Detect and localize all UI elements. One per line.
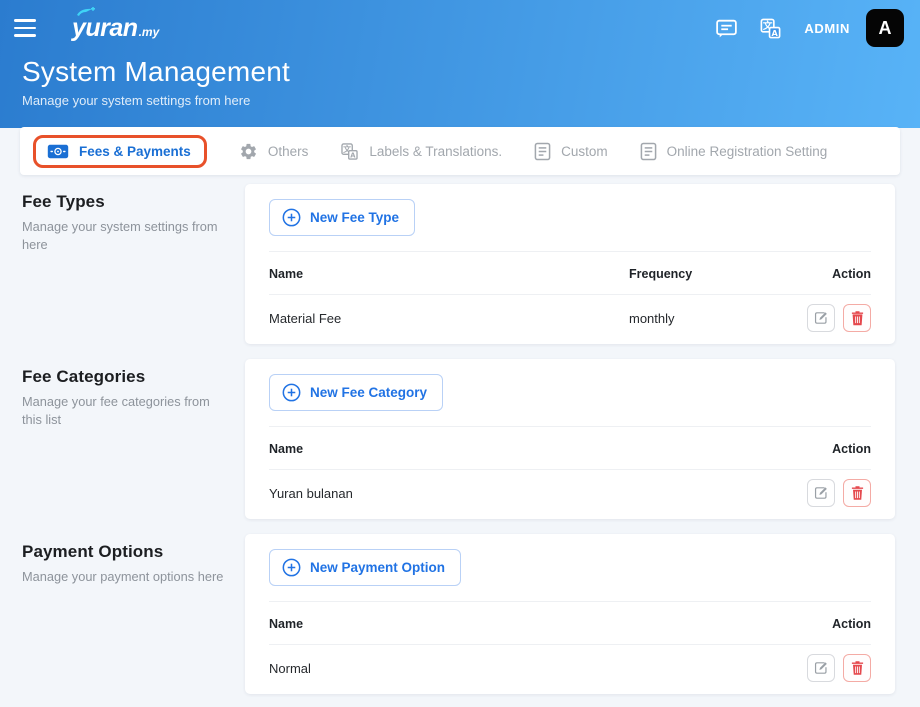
- page-title: System Management: [22, 56, 290, 87]
- payment-option-name: Normal: [269, 660, 311, 676]
- section-description: Manage your system settings from here: [22, 219, 218, 252]
- button-label: New Fee Type: [310, 210, 400, 225]
- tab-bar: Fees & Payments Others 文 A Labels & Tran…: [20, 127, 900, 175]
- delete-button[interactable]: [843, 654, 871, 682]
- page-subtitle: Manage your system settings from here: [22, 93, 251, 108]
- table-header: Name Action: [269, 427, 871, 469]
- translate-button[interactable]: 文 A: [759, 17, 782, 40]
- tab-label: Others: [267, 143, 309, 159]
- translate-icon: 文 A: [341, 142, 359, 160]
- chat-button[interactable]: [714, 16, 739, 41]
- table-row: Normal: [269, 645, 871, 682]
- column-header-name: Name: [269, 442, 304, 456]
- svg-text:A: A: [351, 151, 357, 159]
- fee-category-name: Yuran bulanan: [269, 485, 353, 501]
- new-fee-category-button[interactable]: New Fee Category: [269, 374, 444, 411]
- tab-labels-translations[interactable]: 文 A Labels & Translations.: [340, 142, 502, 161]
- section-payment-options: Payment Options Manage your payment opti…: [22, 534, 895, 694]
- svg-text:A: A: [772, 27, 779, 37]
- edit-button[interactable]: [807, 479, 835, 507]
- fee-type-name: Material Fee: [269, 310, 342, 326]
- logo-swoosh-icon: [77, 6, 95, 16]
- tab-online-registration-setting[interactable]: Online Registration Setting: [640, 142, 828, 161]
- fee-categories-card: New Fee Category Name Action Yuran bulan…: [245, 359, 895, 519]
- tab-custom[interactable]: Custom: [534, 142, 608, 161]
- table-header: Name Frequency Action: [269, 252, 871, 294]
- translate-icon: 文 A: [760, 18, 781, 38]
- top-bar: yuran .my 文 A ADMIN A: [14, 6, 904, 48]
- delete-button[interactable]: [843, 304, 871, 332]
- section-title: Payment Options: [22, 542, 164, 561]
- trash-icon: [851, 311, 863, 326]
- column-header-action: Action: [832, 267, 871, 281]
- document-icon: [534, 142, 551, 160]
- section-fee-categories: Fee Categories Manage your fee categorie…: [22, 359, 895, 519]
- section-title: Fee Types: [22, 192, 105, 211]
- edit-icon: [814, 312, 827, 324]
- edit-icon: [814, 662, 827, 674]
- logo-text: yuran: [72, 13, 138, 42]
- payment-options-card: New Payment Option Name Action Normal: [245, 534, 895, 694]
- section-title: Fee Categories: [22, 367, 146, 386]
- trash-icon: [851, 486, 863, 500]
- section-description: Manage your fee categories from this lis…: [22, 394, 210, 427]
- delete-button[interactable]: [843, 479, 871, 507]
- plus-circle-icon: [282, 208, 301, 227]
- chat-icon: [716, 19, 738, 37]
- admin-label: ADMIN: [804, 20, 850, 36]
- annotation-highlight-ring: Fees & Payments: [33, 134, 207, 168]
- tab-fees-payments[interactable]: Fees & Payments: [47, 144, 191, 159]
- menu-icon[interactable]: [14, 15, 40, 41]
- button-label: New Payment Option: [310, 560, 446, 575]
- new-fee-type-button[interactable]: New Fee Type: [269, 199, 416, 236]
- plus-circle-icon: [282, 383, 301, 402]
- edit-button[interactable]: [807, 654, 835, 682]
- table-row: Yuran bulanan: [269, 470, 871, 507]
- column-header-frequency: Frequency: [629, 267, 693, 281]
- section-description: Manage your payment options here: [22, 569, 224, 584]
- gear-icon: [240, 143, 256, 159]
- banknote-icon: [47, 144, 69, 158]
- app-header: yuran .my 文 A ADMIN A System Management M…: [0, 0, 920, 128]
- tab-label: Labels & Translations.: [369, 143, 503, 159]
- plus-circle-icon: [282, 558, 301, 577]
- avatar[interactable]: A: [866, 9, 904, 47]
- button-label: New Fee Category: [310, 385, 428, 400]
- edit-icon: [814, 487, 827, 499]
- tab-others[interactable]: Others: [239, 142, 309, 161]
- tab-label: Fees & Payments: [79, 143, 191, 159]
- app-logo[interactable]: yuran .my: [72, 6, 160, 43]
- column-header-action: Action: [832, 617, 871, 631]
- edit-button[interactable]: [807, 304, 835, 332]
- fee-type-frequency: monthly: [629, 310, 675, 326]
- fee-types-card: New Fee Type Name Frequency Action Mater…: [245, 184, 895, 344]
- tab-label: Online Registration Setting: [666, 143, 828, 159]
- column-header-action: Action: [832, 442, 871, 456]
- logo-suffix: .my: [138, 24, 160, 39]
- column-header-name: Name: [269, 617, 304, 631]
- document-icon: [640, 142, 657, 160]
- trash-icon: [851, 661, 863, 675]
- table-row: Material Fee monthly: [269, 295, 871, 332]
- new-payment-option-button[interactable]: New Payment Option: [269, 549, 462, 586]
- table-header: Name Action: [269, 602, 871, 644]
- tab-label: Custom: [561, 143, 608, 159]
- column-header-name: Name: [269, 267, 304, 281]
- section-fee-types: Fee Types Manage your system settings fr…: [22, 184, 895, 344]
